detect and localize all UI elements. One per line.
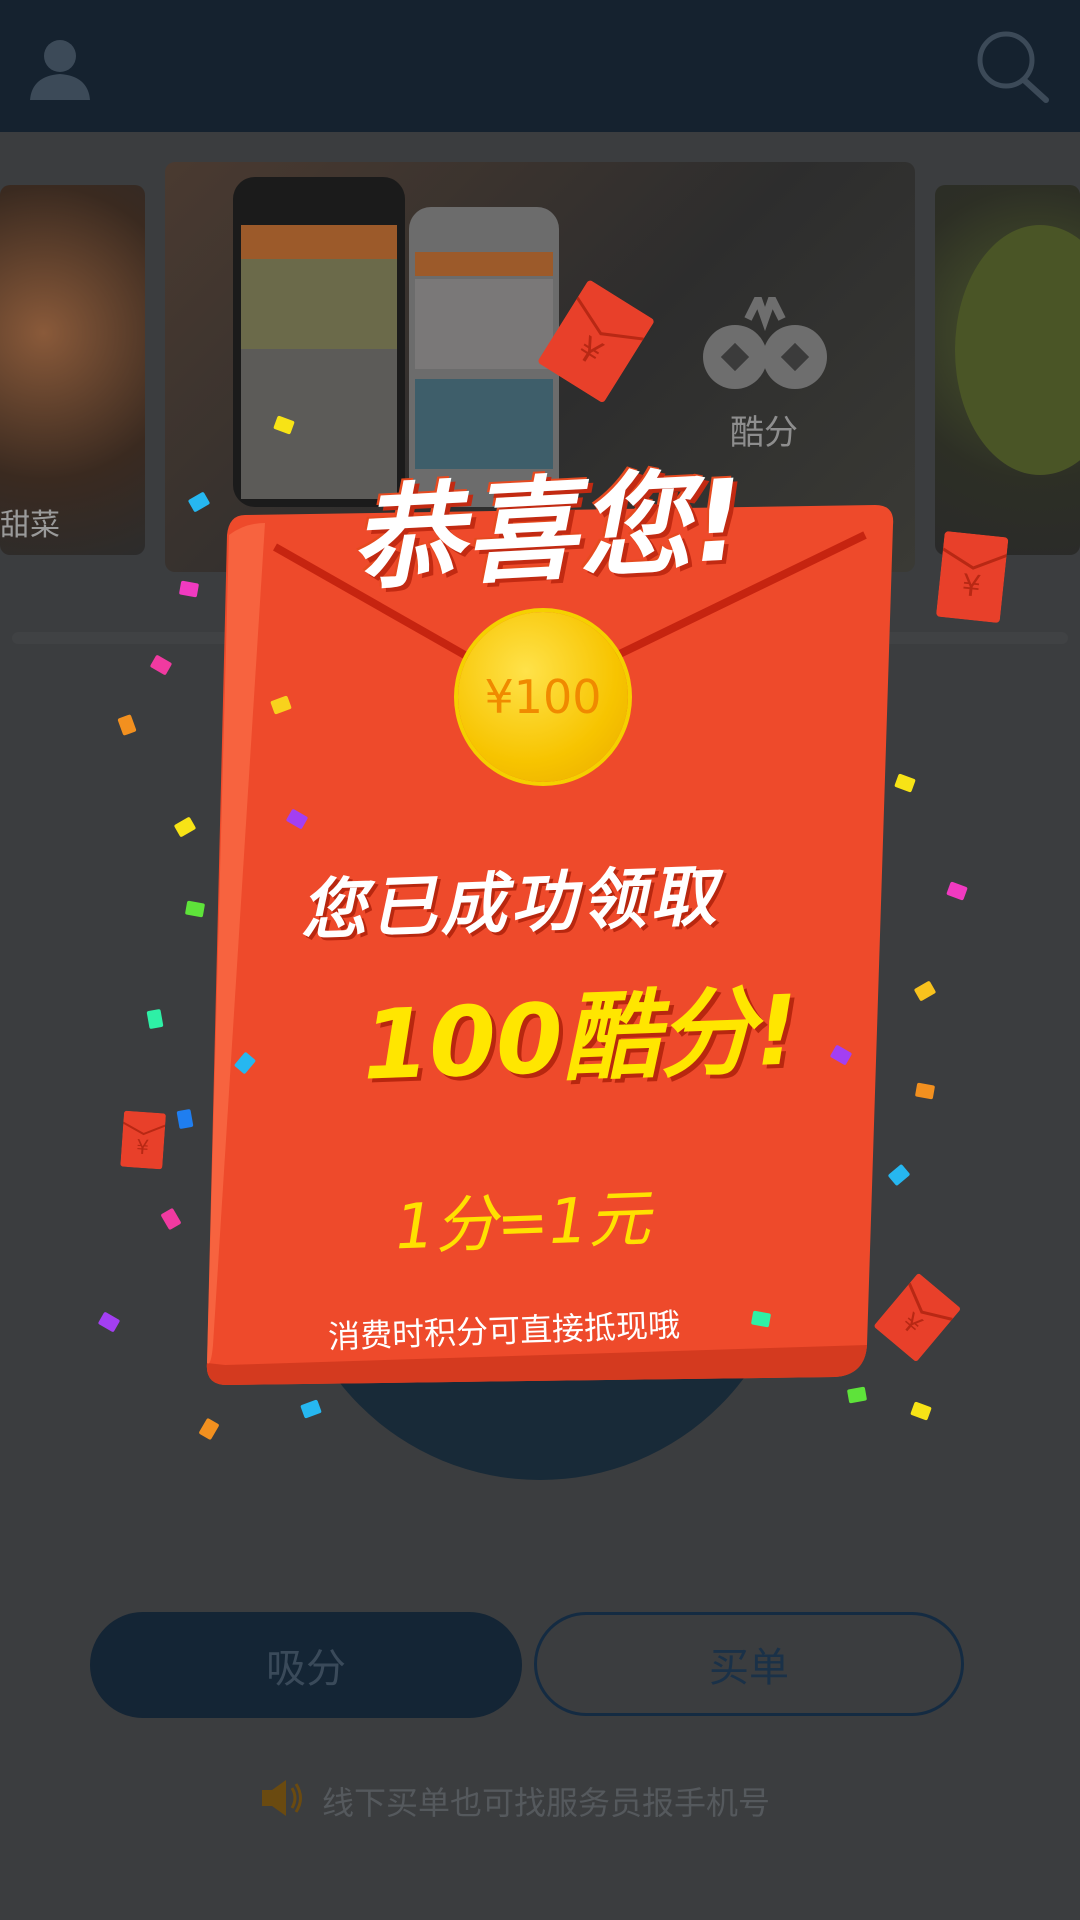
search-icon[interactable] <box>972 28 1052 108</box>
speaker-icon <box>258 1776 306 1820</box>
maidan-button[interactable]: 买单 <box>534 1612 964 1716</box>
success-message: 您已成功领取 <box>298 857 722 950</box>
exchange-rate: 1分=1元 <box>393 1181 652 1264</box>
xifen-button[interactable]: 吸分 <box>90 1612 522 1718</box>
carousel-card-left-label: 甜菜 <box>0 508 60 543</box>
tip-text: 线下买单也可找服务员报手机号 <box>322 1784 771 1822</box>
app-header <box>0 0 1080 132</box>
mini-red-envelope-icon: ¥ <box>935 531 1009 627</box>
confetti <box>146 1008 164 1030</box>
carousel-card-right[interactable] <box>935 185 1080 555</box>
confetti <box>178 580 200 598</box>
reward-amount: 100酷分! <box>360 974 801 1102</box>
confetti <box>184 900 206 918</box>
svg-text:¥: ¥ <box>960 568 983 605</box>
congrats-title: 恭喜您! <box>347 455 749 607</box>
svg-text:¥: ¥ <box>135 1135 149 1160</box>
confetti <box>750 1310 772 1328</box>
coin-amount: ¥100 <box>484 670 602 724</box>
brand-logo-icon <box>703 297 827 389</box>
confetti <box>914 1082 936 1100</box>
user-icon[interactable] <box>24 28 104 108</box>
confetti <box>176 1108 194 1130</box>
mini-red-envelope-icon: ¥ <box>120 1110 166 1174</box>
